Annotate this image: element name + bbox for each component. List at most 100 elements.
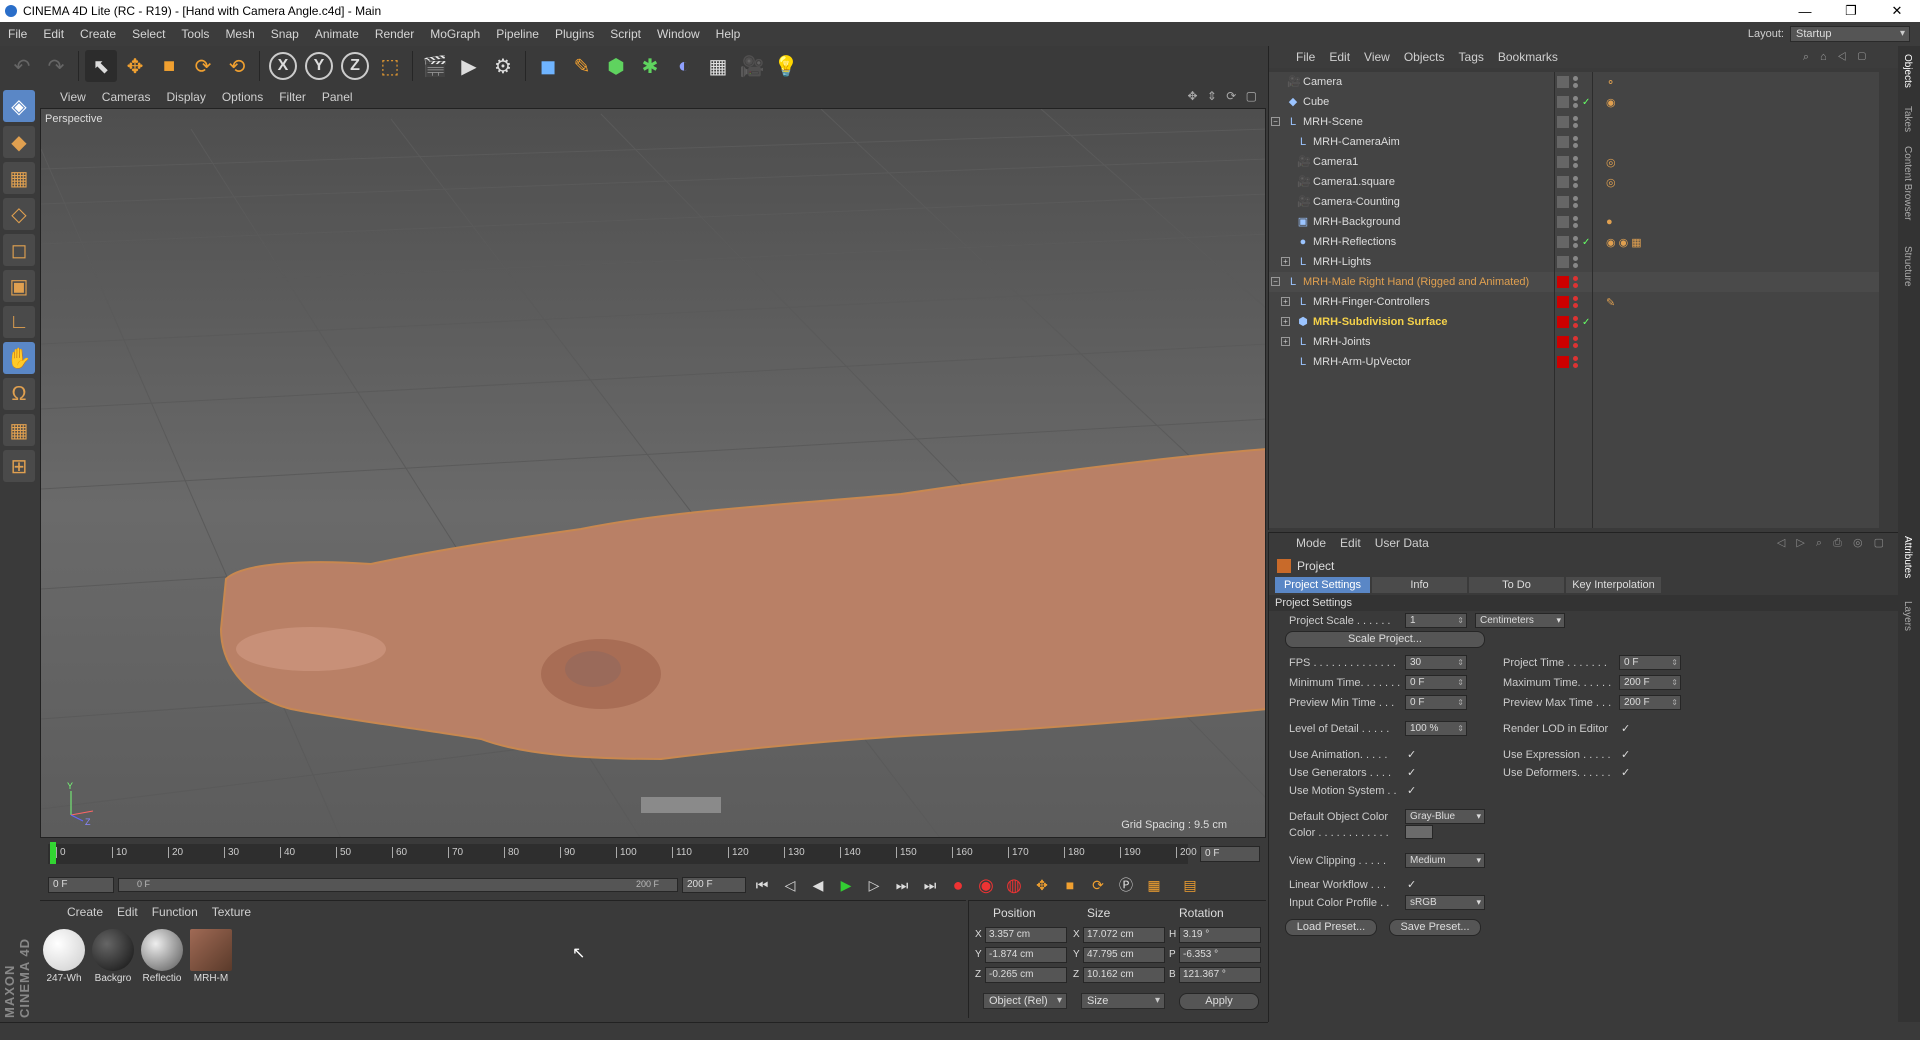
render-visibility-dot[interactable] bbox=[1573, 203, 1578, 208]
layer-swatch[interactable] bbox=[1557, 296, 1569, 308]
object-row[interactable]: + L MRH-Joints bbox=[1269, 332, 1879, 352]
material-menu-edit[interactable]: Edit bbox=[110, 905, 145, 919]
camera-object-icon[interactable]: 🎥 bbox=[736, 50, 768, 82]
preview-range-slider[interactable]: 0 F 200 F bbox=[118, 878, 678, 892]
editor-visibility-dot[interactable] bbox=[1573, 356, 1578, 361]
tree-expand-toggle[interactable]: + bbox=[1281, 257, 1290, 266]
side-tab-objects[interactable]: Objects bbox=[1902, 54, 1913, 88]
prev-key-icon[interactable]: ◁ bbox=[778, 874, 802, 896]
menu-mograph[interactable]: MoGraph bbox=[422, 27, 488, 41]
menu-window[interactable]: Window bbox=[649, 27, 708, 41]
editor-visibility-dot[interactable] bbox=[1573, 236, 1578, 241]
menu-create[interactable]: Create bbox=[72, 27, 124, 41]
color-swatch[interactable] bbox=[1405, 825, 1433, 839]
tab-info[interactable]: Info bbox=[1372, 577, 1467, 593]
object-row[interactable]: − L MRH-Scene bbox=[1269, 112, 1879, 132]
save-preset-button[interactable]: Save Preset... bbox=[1389, 919, 1481, 936]
object-row[interactable]: 🎥 Camera1 ◎ bbox=[1269, 152, 1879, 172]
object-row[interactable]: − L MRH-Male Right Hand (Rigged and Animat… bbox=[1269, 272, 1879, 292]
size-z-field[interactable]: 10.162 cm bbox=[1083, 967, 1165, 983]
layout-dropdown[interactable]: Startup bbox=[1790, 26, 1910, 42]
viewport-menu-cameras[interactable]: Cameras bbox=[94, 90, 159, 104]
scheme-icon[interactable]: ▤ bbox=[1178, 874, 1202, 896]
move-tool-icon[interactable]: ✥ bbox=[119, 50, 151, 82]
layer-swatch[interactable] bbox=[1557, 356, 1569, 368]
render-lod-checkbox[interactable]: ✓ bbox=[1621, 722, 1630, 735]
layer-swatch[interactable] bbox=[1557, 276, 1569, 288]
side-tab-structure[interactable]: Structure bbox=[1902, 246, 1913, 287]
menu-render[interactable]: Render bbox=[367, 27, 422, 41]
layer-swatch[interactable] bbox=[1557, 236, 1569, 248]
render-visibility-dot[interactable] bbox=[1573, 303, 1578, 308]
points-mode-icon[interactable]: ◻ bbox=[3, 234, 35, 266]
editor-visibility-dot[interactable] bbox=[1573, 176, 1578, 181]
object-row[interactable]: ● MRH-Reflections ✓ ◉ ◉ ▦ bbox=[1269, 232, 1879, 252]
object-row[interactable]: L MRH-Arm-UpVector bbox=[1269, 352, 1879, 372]
project-scale-unit-dropdown[interactable]: Centimeters bbox=[1475, 613, 1565, 628]
maximum-time-field[interactable]: 200 F bbox=[1619, 675, 1681, 690]
material-swatch[interactable]: MRH-M bbox=[189, 929, 233, 984]
position-y-field[interactable]: -1.874 cm bbox=[985, 947, 1067, 963]
menu-file[interactable]: File bbox=[0, 27, 35, 41]
input-color-profile-dropdown[interactable]: sRGB bbox=[1405, 895, 1485, 910]
select-tool-icon[interactable]: ⬉ bbox=[85, 50, 117, 82]
render-visibility-dot[interactable] bbox=[1573, 143, 1578, 148]
coordinate-mode-dropdown[interactable]: Object (Rel) bbox=[983, 993, 1067, 1009]
use-expression-checkbox[interactable]: ✓ bbox=[1621, 748, 1630, 761]
make-editable-icon[interactable]: ◈ bbox=[3, 90, 35, 122]
key-position-icon[interactable]: ✥ bbox=[1030, 874, 1054, 896]
object-row[interactable]: L MRH-CameraAim bbox=[1269, 132, 1879, 152]
scale-tool-icon[interactable]: ■ bbox=[153, 50, 185, 82]
editor-visibility-dot[interactable] bbox=[1573, 256, 1578, 261]
attributes-menu-user-data[interactable]: User Data bbox=[1368, 536, 1436, 550]
light-object-icon[interactable]: 💡 bbox=[770, 50, 802, 82]
key-parameter-icon[interactable]: Ⓟ bbox=[1114, 874, 1138, 896]
object-tags[interactable]: ◎ bbox=[1606, 176, 1616, 189]
objects-menu-edit[interactable]: Edit bbox=[1322, 50, 1357, 64]
editor-visibility-dot[interactable] bbox=[1573, 156, 1578, 161]
menu-animate[interactable]: Animate bbox=[307, 27, 367, 41]
object-name[interactable]: Cube bbox=[1303, 96, 1329, 108]
layer-swatch[interactable] bbox=[1557, 116, 1569, 128]
prev-frame-icon[interactable]: ◀ bbox=[806, 874, 830, 896]
render-visibility-dot[interactable] bbox=[1573, 283, 1578, 288]
side-tab-layers[interactable]: Layers bbox=[1902, 601, 1913, 631]
render-visibility-dot[interactable] bbox=[1573, 343, 1578, 348]
menu-script[interactable]: Script bbox=[602, 27, 649, 41]
goto-start-icon[interactable]: ⏮ bbox=[750, 874, 774, 896]
editor-visibility-dot[interactable] bbox=[1573, 336, 1578, 341]
viewport-menu-panel[interactable]: Panel bbox=[314, 90, 361, 104]
hand-model[interactable] bbox=[219, 448, 1266, 761]
tab-to-do[interactable]: To Do bbox=[1469, 577, 1564, 593]
editor-visibility-dot[interactable] bbox=[1573, 276, 1578, 281]
rotation-b-field[interactable]: 121.367 ° bbox=[1179, 967, 1261, 983]
object-tags[interactable]: ◎ bbox=[1606, 156, 1616, 169]
y-axis-lock-icon[interactable]: Y bbox=[305, 52, 333, 80]
tab-project-settings[interactable]: Project Settings bbox=[1275, 577, 1370, 593]
tree-expand-toggle[interactable]: − bbox=[1271, 117, 1280, 126]
object-row[interactable]: + L MRH-Finger-Controllers ✎ bbox=[1269, 292, 1879, 312]
recent-tool-icon[interactable]: ⟲ bbox=[221, 50, 253, 82]
perspective-viewport[interactable]: Y Z Perspective Grid Spacing : 9.5 cm bbox=[40, 108, 1266, 838]
side-tab-takes[interactable]: Takes bbox=[1902, 106, 1913, 132]
cube-primitive-icon[interactable]: ◼ bbox=[532, 50, 564, 82]
tree-expand-toggle[interactable]: + bbox=[1281, 337, 1290, 346]
layer-swatch[interactable] bbox=[1557, 136, 1569, 148]
level-of-detail-field[interactable]: 100 % bbox=[1405, 721, 1467, 736]
material-swatch[interactable]: Reflectio bbox=[140, 929, 184, 984]
render-picture-viewer-icon[interactable]: ▶ bbox=[453, 50, 485, 82]
preview-min-time-field[interactable]: 0 F bbox=[1405, 695, 1467, 710]
workplane-lock-icon[interactable]: ▦ bbox=[3, 414, 35, 446]
object-name[interactable]: Camera bbox=[1303, 76, 1342, 88]
viewport-menu-display[interactable]: Display bbox=[158, 90, 213, 104]
linear-workflow-checkbox[interactable]: ✓ bbox=[1407, 878, 1416, 891]
timeline-ruler[interactable]: 0 10 20 30 40 50 60 70 80 90 100 110 120 130 140 150 160… bbox=[40, 840, 1266, 870]
menu-help[interactable]: Help bbox=[708, 27, 749, 41]
layer-swatch[interactable] bbox=[1557, 76, 1569, 88]
project-time-field[interactable]: 0 F bbox=[1619, 655, 1681, 670]
object-tags[interactable]: ⚬ bbox=[1606, 76, 1615, 89]
texture-mode-icon[interactable]: ▦ bbox=[3, 162, 35, 194]
object-name[interactable]: Camera-Counting bbox=[1313, 196, 1400, 208]
z-axis-lock-icon[interactable]: Z bbox=[341, 52, 369, 80]
apply-button[interactable]: Apply bbox=[1179, 993, 1259, 1010]
